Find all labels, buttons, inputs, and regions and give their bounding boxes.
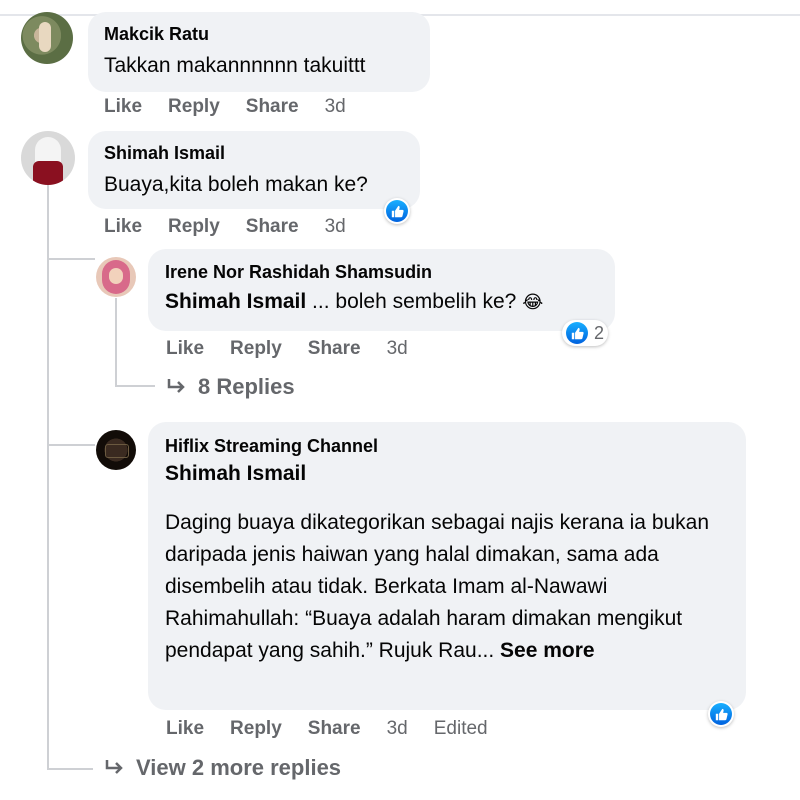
like-button[interactable]: Like: [166, 338, 204, 360]
comment-author[interactable]: Shimah Ismail: [104, 143, 404, 164]
comment-timestamp[interactable]: 3d: [325, 96, 346, 118]
avatar-face: [109, 268, 123, 284]
comment-text: Takkan makannnnnn takuittt: [104, 51, 414, 81]
thread-line-branch-1: [47, 258, 95, 260]
reply-author[interactable]: Irene Nor Rashidah Shamsudin: [165, 262, 598, 283]
reply-text: Shimah Ismail ... boleh sembelih ke? 😂: [165, 287, 598, 317]
avatar-body: [33, 161, 63, 185]
like-button[interactable]: Like: [104, 216, 142, 238]
share-button[interactable]: Share: [308, 338, 361, 360]
see-more-link[interactable]: See more: [500, 639, 595, 662]
view-replies-link[interactable]: 8 Replies: [166, 374, 295, 400]
reply-bubble: Irene Nor Rashidah Shamsudin Shimah Isma…: [148, 249, 615, 331]
comment-actions: Like Reply Share 3d: [104, 216, 346, 238]
avatar[interactable]: [96, 430, 136, 470]
share-button[interactable]: Share: [246, 96, 299, 118]
reply-text: Daging buaya dikategorikan sebagai najis…: [165, 507, 715, 667]
avatar[interactable]: [21, 12, 73, 64]
share-button[interactable]: Share: [308, 718, 361, 740]
reply-button[interactable]: Reply: [168, 216, 220, 238]
avatar[interactable]: [96, 257, 136, 297]
comment-timestamp[interactable]: 3d: [325, 216, 346, 238]
reply-actions: Like Reply Share 3d: [166, 338, 408, 360]
thread-line-branch-3: [47, 768, 93, 770]
like-icon: [386, 200, 408, 222]
share-button[interactable]: Share: [246, 216, 299, 238]
thread-line-sub-branch: [115, 385, 155, 387]
like-icon: [566, 322, 588, 344]
comment-text: Buaya,kita boleh makan ke?: [104, 170, 404, 200]
reaction-count: 2: [594, 323, 604, 344]
avatar[interactable]: [21, 131, 75, 185]
comment-actions: Like Reply Share 3d: [104, 96, 346, 118]
edited-label[interactable]: Edited: [434, 718, 488, 740]
reply-author[interactable]: Hiflix Streaming Channel: [165, 436, 729, 457]
avatar-logo-text: [105, 444, 129, 458]
reaction-badge[interactable]: [708, 701, 734, 727]
reply-body: Daging buaya dikategorikan sebagai najis…: [165, 511, 709, 662]
reply-bubble: Hiflix Streaming Channel Shimah Ismail D…: [148, 422, 746, 710]
mention-link[interactable]: Shimah Ismail: [165, 459, 729, 489]
reply-timestamp[interactable]: 3d: [387, 338, 408, 360]
reply-arrow-icon: [104, 759, 126, 777]
reply-button[interactable]: Reply: [168, 96, 220, 118]
like-button[interactable]: Like: [104, 96, 142, 118]
reply-actions: Like Reply Share 3d Edited: [166, 718, 488, 740]
reply-button[interactable]: Reply: [230, 338, 282, 360]
thread-line-sub: [115, 298, 117, 386]
reply-body: ... boleh sembelih ke?: [306, 290, 522, 313]
laughing-emoji-icon: 😂: [522, 292, 543, 312]
view-more-replies-label[interactable]: View 2 more replies: [136, 755, 341, 781]
thread-line-branch-2: [47, 444, 95, 446]
reply-timestamp[interactable]: 3d: [387, 718, 408, 740]
thread-line-main: [47, 185, 49, 770]
reaction-badge[interactable]: 2: [562, 320, 608, 346]
like-icon: [710, 703, 732, 725]
reply-arrow-icon: [166, 378, 188, 396]
avatar-figure: [39, 22, 51, 52]
view-replies-label[interactable]: 8 Replies: [198, 374, 295, 400]
comment-bubble: Makcik Ratu Takkan makannnnnn takuittt: [88, 12, 430, 92]
comment-author[interactable]: Makcik Ratu: [104, 24, 414, 45]
reaction-badge[interactable]: [384, 198, 410, 224]
view-more-replies-link[interactable]: View 2 more replies: [104, 755, 341, 781]
reply-button[interactable]: Reply: [230, 718, 282, 740]
mention-link[interactable]: Shimah Ismail: [165, 290, 306, 313]
comment-bubble: Shimah Ismail Buaya,kita boleh makan ke?: [88, 131, 420, 209]
like-button[interactable]: Like: [166, 718, 204, 740]
